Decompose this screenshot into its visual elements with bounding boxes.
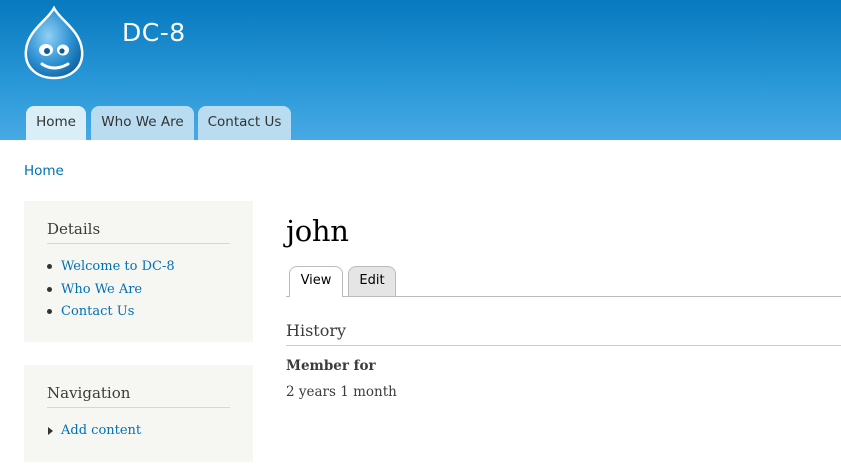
tab-edit[interactable]: Edit bbox=[348, 266, 396, 296]
collapsed-arrow-icon bbox=[48, 427, 53, 435]
site-name[interactable]: DC-8 bbox=[122, 18, 186, 47]
welcome-link[interactable]: Welcome to DC-8 bbox=[61, 256, 175, 279]
breadcrumb: Home bbox=[24, 163, 64, 179]
drupal-drop-icon[interactable] bbox=[20, 6, 88, 80]
bullet-icon bbox=[47, 264, 52, 269]
breadcrumb-home-link[interactable]: Home bbox=[24, 163, 64, 179]
divider bbox=[286, 345, 841, 346]
main-menu-home[interactable]: Home bbox=[26, 106, 86, 140]
main-menu-who-we-are[interactable]: Who We Are bbox=[91, 106, 194, 140]
history-heading: History bbox=[286, 321, 347, 340]
divider bbox=[47, 243, 230, 244]
member-for-value: 2 years 1 month bbox=[286, 384, 397, 400]
member-for-label: Member for bbox=[286, 358, 376, 374]
main-menu-contact-us[interactable]: Contact Us bbox=[198, 106, 291, 140]
contact-us-link[interactable]: Contact Us bbox=[61, 301, 134, 324]
tabs-divider bbox=[286, 296, 841, 297]
navigation-block: Navigation Add content bbox=[24, 365, 253, 462]
tab-view[interactable]: View bbox=[289, 266, 343, 297]
divider bbox=[47, 407, 230, 408]
page-title: john bbox=[286, 214, 349, 248]
bullet-icon bbox=[47, 309, 52, 314]
details-block: Details Welcome to DC-8 Who We Are Conta… bbox=[24, 201, 253, 342]
details-block-title: Details bbox=[47, 220, 101, 238]
bullet-icon bbox=[47, 286, 52, 292]
site-header: DC-8 Home Who We Are Contact Us bbox=[0, 0, 841, 140]
who-we-are-link[interactable]: Who We Are bbox=[61, 279, 142, 302]
add-content-link[interactable]: Add content bbox=[61, 420, 141, 443]
navigation-block-title: Navigation bbox=[47, 384, 131, 402]
